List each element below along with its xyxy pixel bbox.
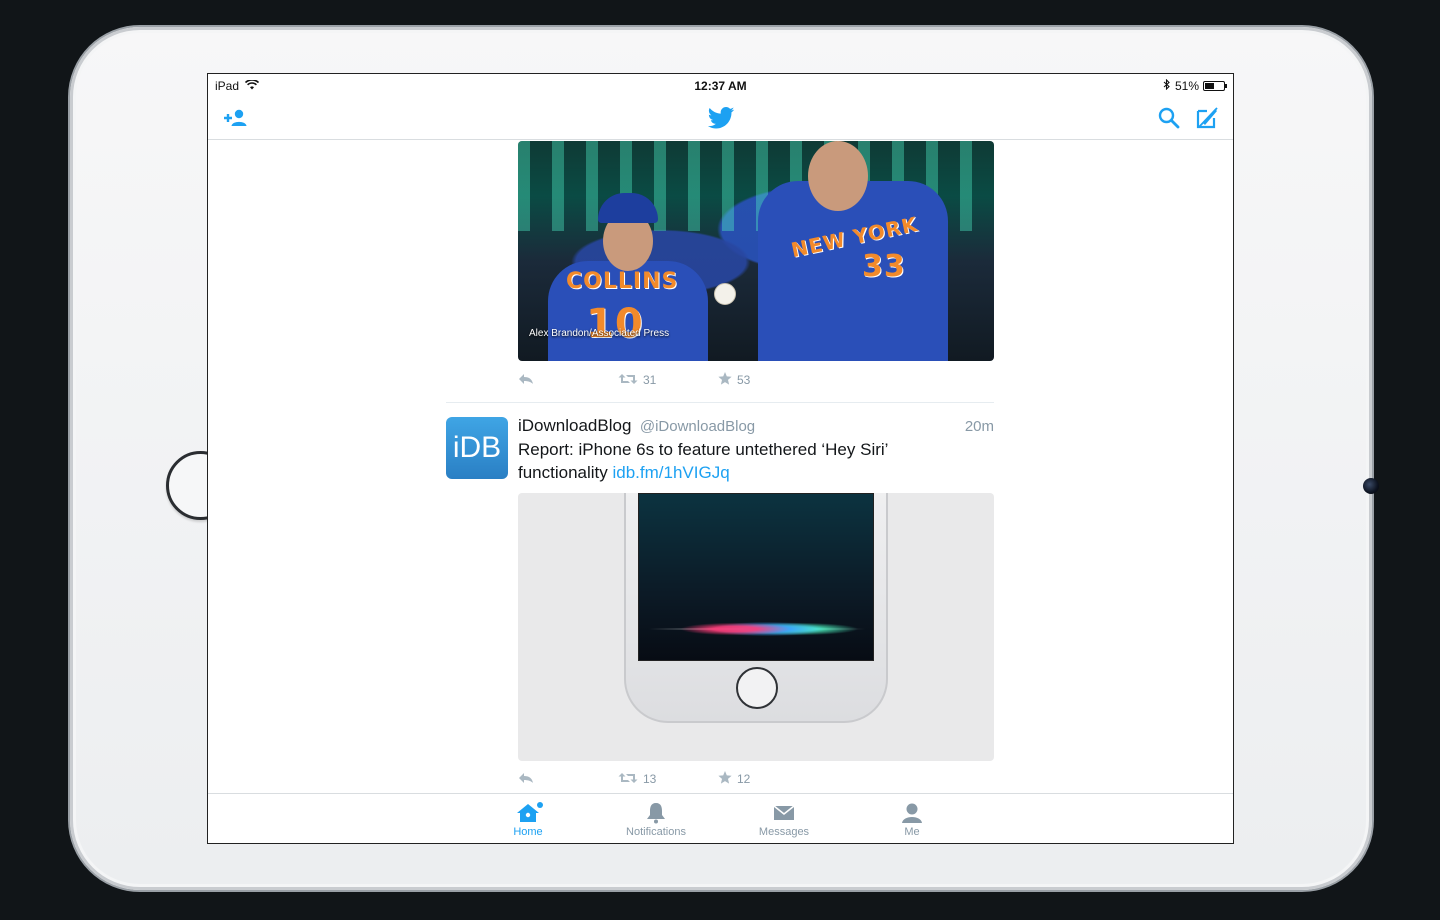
reply-button[interactable] [518, 373, 618, 388]
like-count: 53 [737, 373, 751, 387]
battery-percent: 51% [1174, 79, 1199, 93]
envelope-icon [739, 800, 829, 826]
tweet-actions: 13 12 [518, 771, 750, 787]
search-icon[interactable] [1155, 105, 1183, 131]
tweet-photo[interactable] [518, 493, 994, 761]
twitter-bird-icon[interactable] [706, 105, 736, 131]
reply-button[interactable] [518, 772, 618, 787]
phone-home-button [736, 667, 778, 709]
bell-icon [611, 800, 701, 826]
like-count: 12 [737, 772, 751, 786]
like-button[interactable]: 12 [718, 771, 750, 787]
star-icon [718, 771, 732, 787]
front-camera [1363, 478, 1379, 494]
retweet-icon [618, 772, 638, 787]
retweet-button[interactable]: 31 [618, 373, 718, 388]
tab-messages[interactable]: Messages [739, 800, 829, 838]
tweet-divider [446, 402, 994, 403]
photo-caption: Alex Brandon/Associated Press [529, 328, 670, 339]
tweet-text: Report: iPhone 6s to feature untethered … [518, 438, 958, 484]
tab-label: Me [904, 826, 920, 838]
siri-waveform [649, 614, 865, 644]
tab-label: Messages [758, 826, 810, 838]
author-handle[interactable]: @iDownloadBlog [640, 418, 755, 435]
compose-icon[interactable] [1193, 105, 1221, 131]
tweet-actions: 31 53 [518, 372, 750, 388]
tab-label: Notifications [626, 826, 686, 838]
player-head [808, 141, 868, 211]
tab-me[interactable]: Me [867, 800, 957, 838]
tab-bar: Home Notifications Messages Me [208, 793, 1233, 843]
jersey-number: 10 [586, 301, 644, 347]
retweet-button[interactable]: 13 [618, 772, 718, 787]
person-icon [867, 800, 957, 826]
bluetooth-icon [1163, 78, 1171, 93]
tweet-link[interactable]: idb.fm/1hVIGJq [613, 463, 730, 482]
tab-home[interactable]: Home [483, 800, 573, 838]
status-bar: iPad 12:37 AM 51% [208, 74, 1233, 96]
star-icon [718, 372, 732, 388]
tweet-timestamp: 20m [964, 418, 994, 435]
battery-icon [1203, 81, 1227, 91]
tab-notifications[interactable]: Notifications [611, 800, 701, 838]
phone-screen [638, 493, 874, 661]
reply-icon [518, 772, 534, 787]
tab-label: Home [513, 826, 543, 838]
reply-icon [518, 373, 534, 388]
author-name[interactable]: iDownloadBlog [518, 416, 631, 435]
home-icon [483, 800, 573, 826]
like-button[interactable]: 53 [718, 372, 750, 388]
jersey-text: COLLINS [566, 269, 679, 294]
iphone-illustration [624, 493, 888, 723]
tweet-photo[interactable]: COLLINS 10 NEW YORK 33 Alex Brandon/Asso… [518, 141, 994, 361]
unread-dot [537, 802, 543, 808]
jersey-number: 33 [862, 249, 906, 284]
navigation-bar [208, 96, 1233, 140]
add-user-icon[interactable] [222, 105, 250, 131]
avatar[interactable]: iDB [446, 417, 508, 479]
retweet-icon [618, 373, 638, 388]
screen: iPad 12:37 AM 51% COLLINS 10 NEW YORK 33… [207, 73, 1234, 844]
timeline[interactable]: COLLINS 10 NEW YORK 33 Alex Brandon/Asso… [208, 141, 1233, 794]
retweet-count: 13 [643, 772, 657, 786]
player-figure [758, 181, 948, 361]
tweet-header: iDownloadBlog @iDownloadBlog 20m [518, 416, 994, 438]
clock: 12:37 AM [694, 79, 747, 93]
retweet-count: 31 [643, 373, 657, 387]
baseball [714, 283, 736, 305]
